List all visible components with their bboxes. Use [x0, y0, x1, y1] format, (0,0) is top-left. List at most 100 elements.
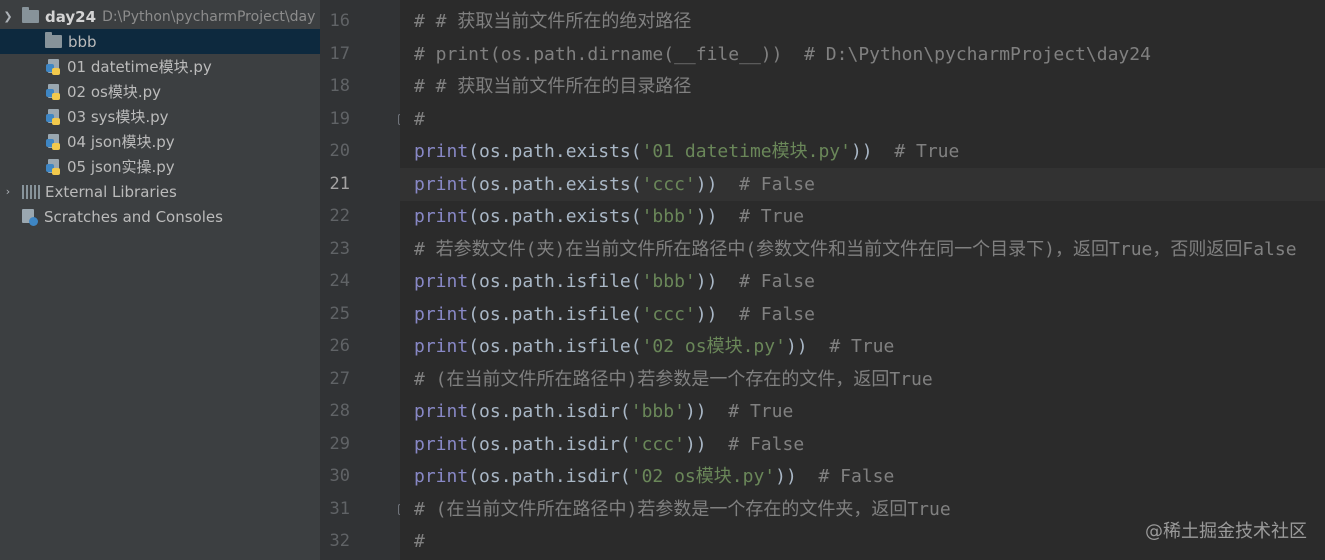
code-text: )): [850, 141, 895, 162]
code-text: (os.path.isdir(: [468, 433, 631, 455]
code-text: (os.path.exists(: [468, 206, 642, 227]
tree-item[interactable]: bbb: [0, 29, 320, 54]
code-line[interactable]: print(os.path.exists('01 datetime模块.py')…: [414, 135, 959, 168]
code-line[interactable]: print(os.path.isdir('bbb')) # True: [414, 395, 793, 428]
code-text: (os.path.isfile(: [468, 336, 642, 357]
code-line[interactable]: #: [414, 525, 425, 558]
code-builtin: print: [414, 433, 469, 455]
code-builtin: print: [414, 141, 469, 162]
line-number: 28: [329, 401, 350, 421]
code-comment: # True: [894, 141, 960, 162]
scratches-label: Scratches and Consoles: [44, 207, 223, 226]
code-comment: # (在当前文件所在路径中)若参数是一个存在的文件，返回True: [414, 368, 933, 390]
tree-item-label: 01 datetime模块.py: [67, 58, 212, 76]
code-text: )): [695, 206, 740, 227]
line-number: 25: [329, 303, 350, 324]
code-line[interactable]: # # 获取当前文件所在的绝对路径: [414, 5, 691, 38]
code-string: '02 os模块.py': [630, 466, 776, 487]
code-string: 'bbb': [641, 271, 696, 292]
code-line[interactable]: print(os.path.isfile('ccc')) # False: [414, 298, 815, 331]
code-text: (os.path.isdir(: [468, 401, 631, 422]
code-builtin: print: [414, 336, 469, 357]
code-comment: # False: [739, 173, 815, 195]
code-text: )): [775, 466, 819, 487]
line-number: 30: [329, 466, 350, 486]
code-string: 'ccc': [641, 173, 696, 195]
code-string: 'bbb': [641, 206, 696, 227]
chevron-right-icon[interactable]: ›: [0, 185, 16, 198]
code-text: (os.path.exists(: [468, 141, 642, 162]
code-line[interactable]: print(os.path.isdir('02 os模块.py')) # Fal…: [414, 460, 894, 493]
code-comment: #: [414, 108, 425, 130]
code-builtin: print: [414, 206, 469, 227]
code-comment: # False: [739, 303, 815, 325]
tree-item[interactable]: 04 json模块.py: [0, 129, 320, 154]
line-number: 16: [329, 11, 350, 31]
code-comment: # # 获取当前文件所在的目录路径: [414, 76, 692, 97]
line-number: 26: [329, 336, 350, 356]
tree-item-label: 03 sys模块.py: [67, 108, 169, 126]
code-string: '02 os模块.py': [641, 336, 786, 357]
python-file-icon: [46, 83, 62, 100]
code-builtin: print: [414, 271, 469, 292]
code-text: (os.path.isfile(: [468, 271, 642, 292]
code-line[interactable]: # # 获取当前文件所在的目录路径: [414, 70, 691, 103]
code-string: 'ccc': [630, 433, 685, 455]
code-line[interactable]: # (在当前文件所在路径中)若参数是一个存在的文件，返回True: [414, 363, 933, 396]
code-comment: # # 获取当前文件所在的绝对路径: [414, 11, 692, 32]
code-text: (os.path.exists(: [468, 173, 642, 195]
code-line[interactable]: print(os.path.isfile('bbb')) # False: [414, 265, 815, 298]
code-line[interactable]: # print(os.path.dirname(__file__)) # D:\…: [414, 38, 1151, 71]
scratches-icon: [22, 208, 38, 226]
code-comment: # True: [728, 401, 794, 422]
line-number: 19: [329, 108, 350, 129]
tree-external-libraries[interactable]: › External Libraries: [0, 179, 320, 204]
tree-item-label: bbb: [68, 32, 97, 51]
code-comment: # False: [818, 466, 895, 487]
code-line[interactable]: print(os.path.isfile('02 os模块.py')) # Tr…: [414, 330, 894, 363]
tree-item-label: 05 json实操.py: [67, 158, 175, 176]
chevron-down-icon[interactable]: ❯: [0, 10, 16, 23]
tree-item-label: 04 json模块.py: [67, 133, 175, 151]
tree-item-label: 02 os模块.py: [67, 83, 162, 101]
code-line[interactable]: print(os.path.exists('ccc')) # False: [414, 168, 815, 201]
line-number: 23: [329, 238, 350, 259]
tree-item[interactable]: 01 datetime模块.py: [0, 54, 320, 79]
code-line[interactable]: # 若参数文件(夹)在当前文件所在路径中(参数文件和当前文件在同一个目录下)，返…: [414, 233, 1297, 266]
line-number: 22: [329, 206, 350, 226]
code-comment: # 若参数文件(夹)在当前文件所在路径中(参数文件和当前文件在同一个目录下)，返…: [414, 238, 1297, 260]
code-comment: # False: [728, 433, 805, 455]
tree-item[interactable]: 03 sys模块.py: [0, 104, 320, 129]
code-comment: # True: [829, 336, 895, 357]
project-name: day24: [45, 7, 97, 26]
external-libraries-label: External Libraries: [45, 182, 177, 201]
tree-item[interactable]: 02 os模块.py: [0, 79, 320, 104]
line-number: 31: [329, 498, 350, 519]
code-editor[interactable]: # # 获取当前文件所在的绝对路径 # print(os.path.dirname…: [400, 0, 1325, 560]
code-text: )): [785, 336, 830, 357]
tree-item[interactable]: 05 json实操.py: [0, 154, 320, 179]
code-comment: # print(os.path.dirname(__file__)) # D:\…: [414, 43, 1151, 65]
line-number: 27: [329, 368, 350, 389]
tree-project-root[interactable]: ❯ day24 D:\Python\pycharmProject\day: [0, 4, 320, 29]
code-text: )): [684, 401, 729, 422]
code-text: )): [695, 173, 740, 195]
line-number: 20: [329, 141, 350, 161]
line-number-gutter: 16 17 18 19 20 21 22 23 24 25 26 27 28 29 30 31 32: [320, 0, 409, 560]
code-line[interactable]: print(os.path.exists('bbb')) # True: [414, 200, 804, 233]
code-line[interactable]: #: [414, 103, 425, 136]
code-string: '01 datetime模块.py': [641, 141, 851, 162]
python-file-icon: [46, 108, 62, 125]
folder-icon: [22, 7, 39, 23]
code-text: (os.path.isdir(: [468, 466, 631, 487]
code-string: 'ccc': [641, 303, 696, 325]
code-line[interactable]: # (在当前文件所在路径中)若参数是一个存在的文件夹，返回True: [414, 493, 951, 526]
line-number: 17: [329, 43, 350, 64]
code-line[interactable]: print(os.path.isdir('ccc')) # False: [414, 428, 804, 461]
python-file-icon: [46, 58, 62, 75]
project-panel: ❯ day24 D:\Python\pycharmProject\day bbb…: [0, 0, 320, 560]
tree-scratches[interactable]: Scratches and Consoles: [0, 204, 320, 229]
line-number: 21: [329, 173, 350, 194]
code-text: (os.path.isfile(: [468, 303, 642, 325]
folder-icon: [45, 32, 62, 48]
